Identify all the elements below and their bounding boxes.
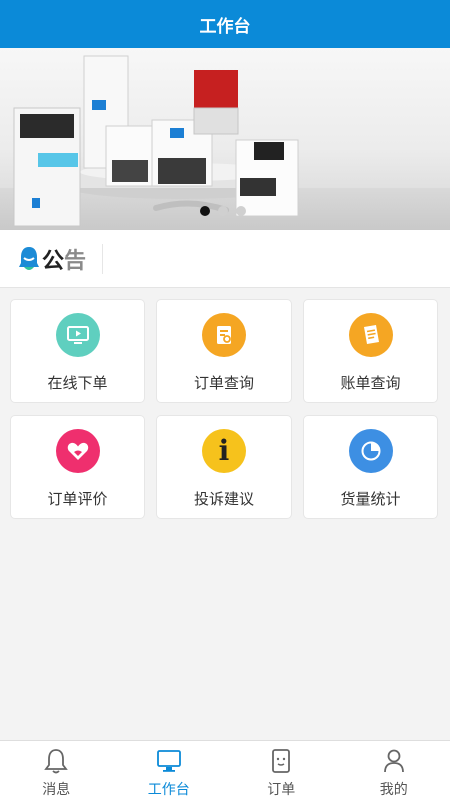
announcement-divider bbox=[102, 243, 104, 274]
announcement-title: 公告 bbox=[42, 243, 86, 275]
banner-dot-2[interactable] bbox=[218, 206, 228, 216]
page-title: 工作台 bbox=[199, 16, 251, 37]
order-icon bbox=[272, 749, 291, 773]
bill-icon bbox=[348, 313, 393, 357]
tab-messages[interactable]: 消息 bbox=[0, 741, 113, 800]
complaint-suggestion-button[interactable]: i 投诉建议 bbox=[156, 415, 292, 519]
volume-statistics-button[interactable]: 货量统计 bbox=[303, 415, 438, 519]
info-glyph: i bbox=[218, 434, 230, 467]
function-grid: 在线下单 订单查询 账单查询 订单评价 i 投诉建议 货量统计 bbox=[10, 299, 440, 519]
banner-product-image bbox=[13, 55, 299, 227]
online-order-button[interactable]: 在线下单 bbox=[10, 299, 145, 403]
announcement-icon bbox=[19, 246, 39, 270]
user-icon bbox=[383, 749, 404, 773]
heart-icon bbox=[55, 429, 100, 473]
banner-dot-3[interactable] bbox=[236, 206, 246, 216]
tab-workbench[interactable]: 工作台 bbox=[113, 741, 226, 800]
banner-dot-1[interactable] bbox=[200, 206, 210, 216]
tab-mine[interactable]: 我的 bbox=[338, 741, 450, 800]
tab-mine-label: 我的 bbox=[379, 782, 408, 798]
product-banner[interactable] bbox=[0, 48, 450, 230]
tab-orders-label: 订单 bbox=[267, 782, 296, 798]
bill-query-button[interactable]: 账单查询 bbox=[303, 299, 438, 403]
bottom-tab-bar: 消息 工作台 订单 我的 bbox=[0, 740, 450, 800]
header-bar: 工作台 bbox=[0, 0, 450, 48]
announcement-title-part2: 告 bbox=[64, 248, 87, 274]
info-icon: i bbox=[202, 429, 246, 473]
order-query-button[interactable]: 订单查询 bbox=[156, 299, 292, 403]
online-order-label: 在线下单 bbox=[47, 374, 108, 392]
monitor-play-icon bbox=[55, 313, 100, 357]
tab-orders[interactable]: 订单 bbox=[225, 741, 338, 800]
complaint-suggestion-label: 投诉建议 bbox=[193, 490, 254, 508]
banner-pagination[interactable] bbox=[200, 206, 246, 216]
order-review-button[interactable]: 订单评价 bbox=[10, 415, 145, 519]
bell-icon bbox=[44, 749, 69, 774]
announcement-title-part1: 公 bbox=[42, 248, 65, 274]
announcement-bar[interactable]: 公告 bbox=[0, 230, 450, 288]
document-search-icon bbox=[202, 313, 246, 357]
pie-chart-icon bbox=[348, 429, 393, 473]
order-query-label: 订单查询 bbox=[193, 374, 254, 392]
order-review-label: 订单评价 bbox=[47, 490, 108, 508]
bill-query-label: 账单查询 bbox=[340, 374, 401, 392]
desktop-icon bbox=[156, 750, 181, 772]
tab-messages-label: 消息 bbox=[42, 782, 71, 798]
volume-statistics-label: 货量统计 bbox=[340, 490, 401, 508]
tab-workbench-label: 工作台 bbox=[147, 782, 190, 798]
